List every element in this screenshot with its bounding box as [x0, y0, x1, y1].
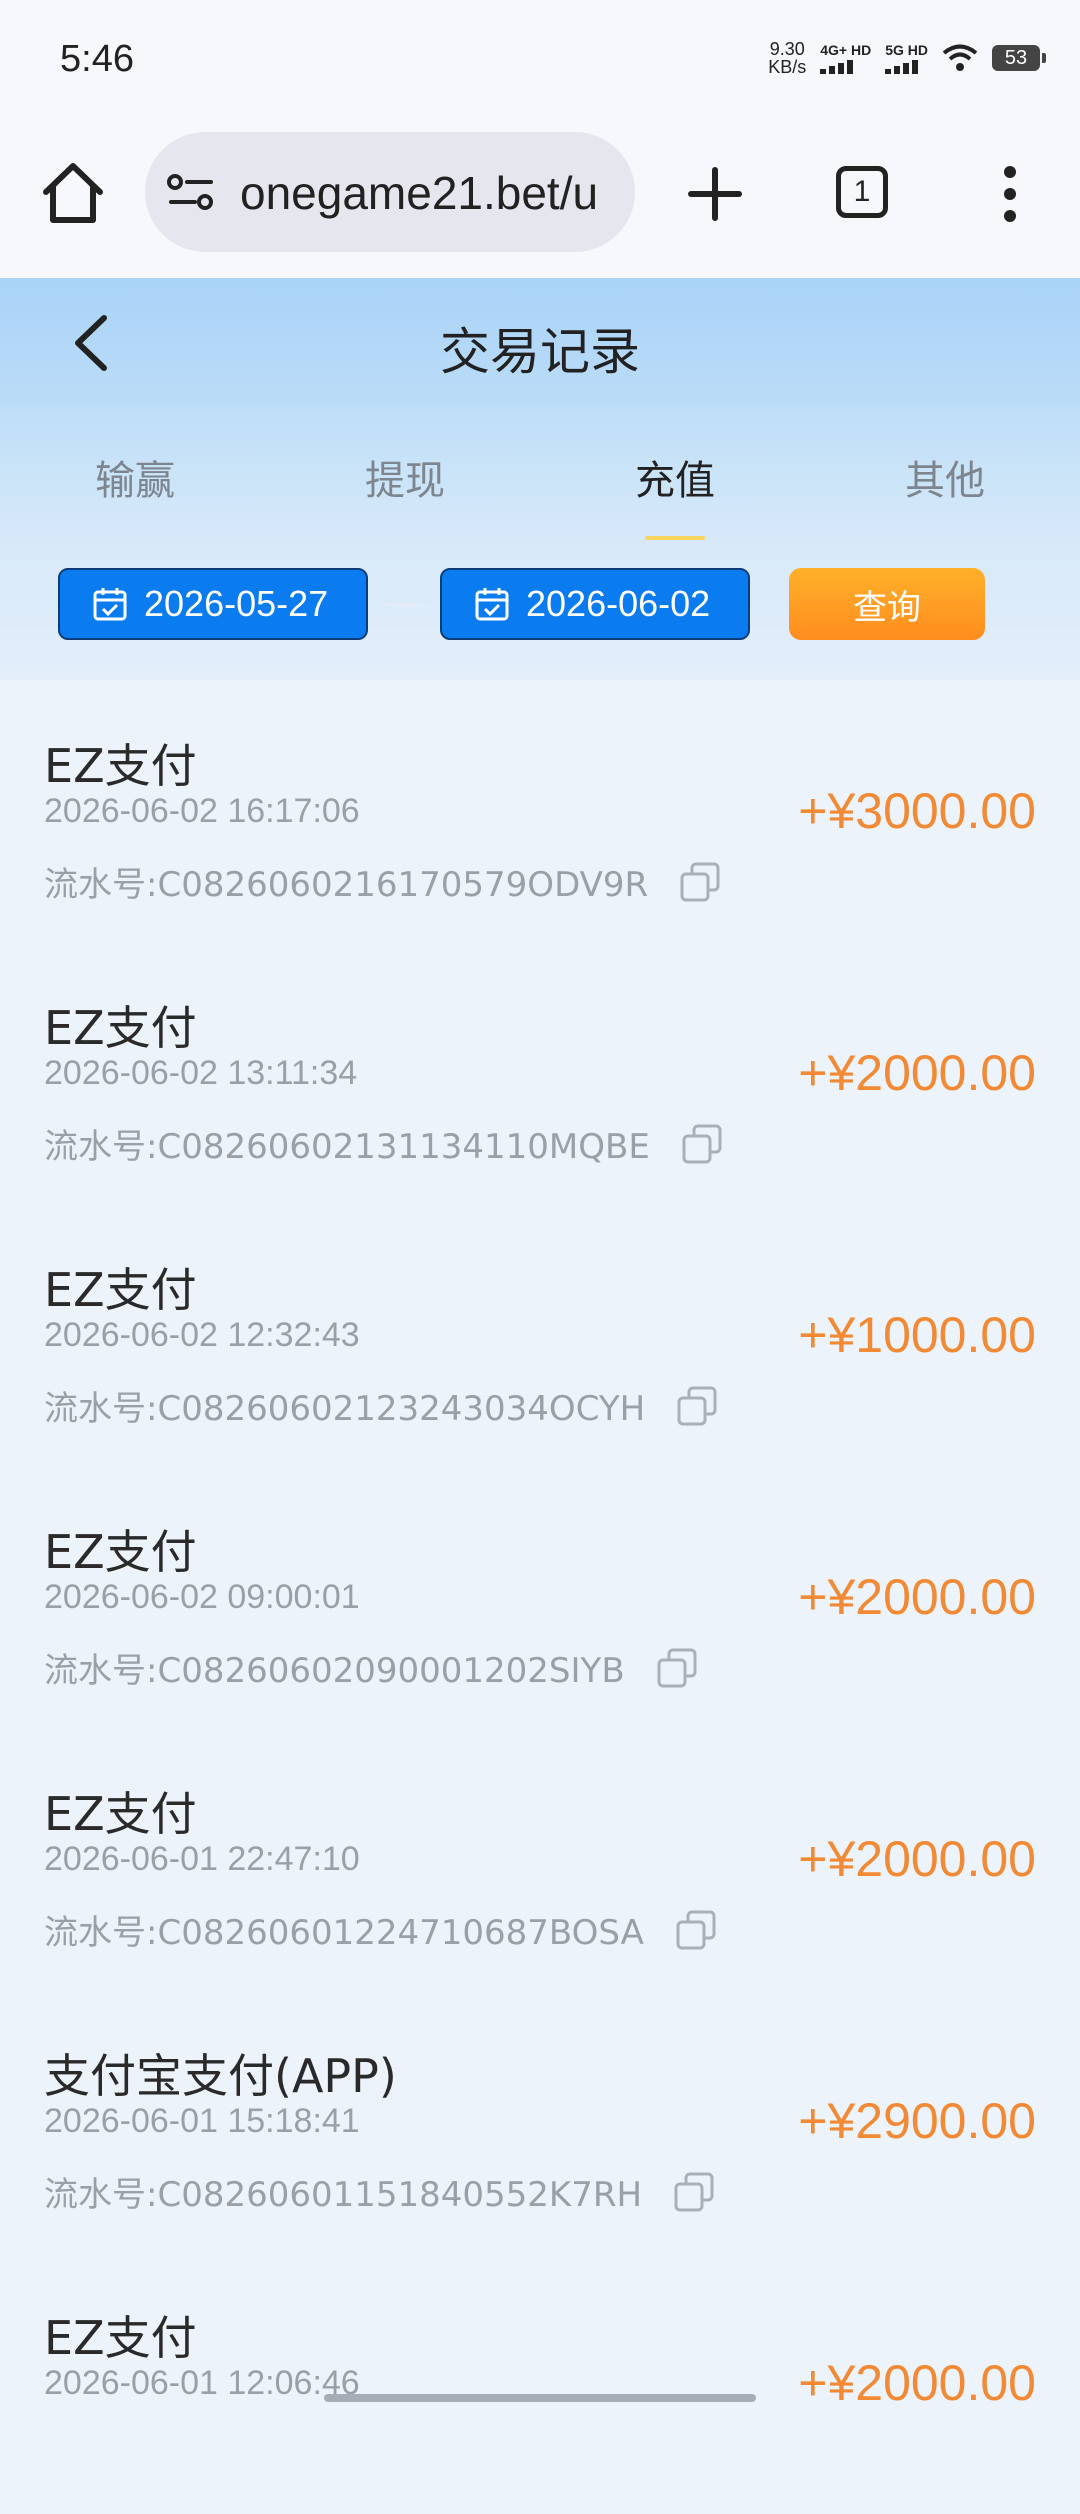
record-amount: +¥2000.00 — [798, 1045, 1036, 1101]
record-time: 2026-06-02 13:11:34 — [44, 1054, 358, 1092]
list-item[interactable]: EZ支付 2026-06-01 12:06:46 +¥2000.00 — [0, 2252, 1080, 2514]
record-title: EZ支付 — [44, 739, 197, 793]
home-icon[interactable] — [38, 158, 108, 228]
record-time: 2026-06-01 12:06:46 — [44, 2364, 360, 2402]
end-date-picker[interactable]: 2026-06-02 — [440, 568, 750, 640]
record-time: 2026-06-02 09:00:01 — [44, 1578, 360, 1616]
record-time: 2026-06-02 12:32:43 — [44, 1316, 360, 1354]
copy-icon[interactable] — [680, 1122, 724, 1166]
wifi-icon — [942, 44, 978, 71]
tab-bar: 输赢 提现 充值 其他 — [0, 408, 1080, 540]
tab-win-loss[interactable]: 输赢 — [0, 448, 270, 506]
list-item[interactable]: EZ支付 2026-06-02 13:11:34 流水号:C0826060213… — [0, 942, 1080, 1204]
battery-level: 53 — [1004, 46, 1028, 69]
new-tab-icon[interactable] — [685, 164, 745, 224]
record-serial: 流水号:C08260601224710687BOSA — [44, 1905, 718, 1954]
calendar-icon — [93, 588, 127, 621]
net-speed-unit: KB/s — [768, 57, 807, 77]
record-title: EZ支付 — [44, 1001, 197, 1055]
page-header: 交易记录 — [0, 278, 1080, 408]
copy-icon[interactable] — [674, 1908, 718, 1952]
browser-toolbar: onegame21.bet/u 1 — [0, 128, 1080, 280]
record-title: EZ支付 — [44, 2311, 197, 2365]
serial-text: 流水号:C0826060216170579ODV9R — [44, 865, 649, 905]
record-time: 2026-06-02 16:17:06 — [44, 792, 360, 830]
record-time: 2026-06-01 22:47:10 — [44, 1840, 360, 1878]
record-serial: 流水号:C08260602131134110MQBE — [44, 1119, 724, 1168]
signal-4g-icon: 4G+ HD — [820, 42, 871, 74]
status-icons: 9.30 KB/s 4G+ HD 5G HD 53 — [768, 40, 1046, 76]
list-item[interactable]: EZ支付 2026-06-02 12:32:43 流水号:C0826060212… — [0, 1204, 1080, 1466]
start-date-picker[interactable]: 2026-05-27 — [58, 568, 368, 640]
record-time: 2026-06-01 15:18:41 — [44, 2102, 360, 2140]
query-button[interactable]: 查询 — [789, 568, 985, 640]
serial-text: 流水号:C08260602131134110MQBE — [44, 1127, 650, 1167]
tab-withdraw[interactable]: 提现 — [270, 448, 540, 506]
record-amount: +¥2000.00 — [798, 1831, 1036, 1887]
list-item[interactable]: 支付宝支付(APP) 2026-06-01 15:18:41 流水号:C0826… — [0, 1990, 1080, 2252]
copy-icon[interactable] — [672, 2170, 716, 2214]
more-menu-icon[interactable] — [990, 164, 1030, 224]
list-item[interactable]: EZ支付 2026-06-01 22:47:10 流水号:C0826060122… — [0, 1728, 1080, 1990]
tab-other[interactable]: 其他 — [810, 448, 1080, 506]
serial-text: 流水号:C08260602123243034OCYH — [44, 1389, 646, 1429]
serial-text: 流水号:C08260602090001202SIYB — [44, 1651, 625, 1691]
record-serial: 流水号:C0826060216170579ODV9R — [44, 857, 722, 906]
transaction-list: EZ支付 2026-06-02 16:17:06 流水号:C0826060216… — [0, 680, 1080, 2514]
record-title: EZ支付 — [44, 1787, 197, 1841]
record-title: EZ支付 — [44, 1525, 197, 1579]
list-item[interactable]: EZ支付 2026-06-02 16:17:06 流水号:C0826060216… — [0, 680, 1080, 942]
calendar-icon — [475, 588, 509, 621]
signal-5g-icon: 5G HD — [885, 42, 928, 74]
end-date-value: 2026-06-02 — [526, 583, 711, 624]
record-title: EZ支付 — [44, 1263, 197, 1317]
home-indicator[interactable] — [324, 2394, 756, 2402]
status-bar: 5:46 9.30 KB/s 4G+ HD 5G HD 53 — [0, 0, 1080, 128]
record-serial: 流水号:C08260602123243034OCYH — [44, 1381, 719, 1430]
start-date-value: 2026-05-27 — [144, 583, 329, 624]
copy-icon[interactable] — [678, 860, 722, 904]
site-settings-icon[interactable] — [165, 172, 217, 212]
copy-icon[interactable] — [675, 1384, 719, 1428]
address-bar[interactable]: onegame21.bet/u — [145, 132, 635, 252]
tab-count: 1 — [853, 175, 871, 208]
record-serial: 流水号:C08260602090001202SIYB — [44, 1643, 699, 1692]
status-time: 5:46 — [60, 38, 134, 80]
battery-icon: 53 — [992, 45, 1046, 71]
signal-5g-label: 5G HD — [885, 42, 928, 58]
record-amount: +¥3000.00 — [798, 783, 1036, 839]
record-amount: +¥2000.00 — [798, 2355, 1036, 2411]
signal-4g-label: 4G+ HD — [820, 42, 872, 58]
net-speed: 9.30 KB/s — [768, 40, 806, 76]
record-amount: +¥2900.00 — [798, 2093, 1036, 2149]
date-filter: 2026-05-27 2026-06-02 查询 — [0, 540, 1080, 680]
date-separator — [386, 604, 426, 606]
serial-text: 流水号:C08260601224710687BOSA — [44, 1913, 644, 1953]
record-amount: +¥1000.00 — [798, 1307, 1036, 1363]
page-title: 交易记录 — [440, 323, 640, 381]
list-item[interactable]: EZ支付 2026-06-02 09:00:01 流水号:C0826060209… — [0, 1466, 1080, 1728]
record-title: 支付宝支付(APP) — [44, 2049, 397, 2103]
copy-icon[interactable] — [655, 1646, 699, 1690]
serial-text: 流水号:C08260601151840552K7RH — [44, 2175, 643, 2215]
net-speed-value: 9.30 — [769, 39, 805, 59]
record-amount: +¥2000.00 — [798, 1569, 1036, 1625]
record-serial: 流水号:C08260601151840552K7RH — [44, 2167, 716, 2216]
tab-deposit[interactable]: 充值 — [540, 448, 810, 506]
tab-switcher-button[interactable]: 1 — [836, 166, 888, 218]
url-text[interactable]: onegame21.bet/u — [240, 166, 598, 220]
